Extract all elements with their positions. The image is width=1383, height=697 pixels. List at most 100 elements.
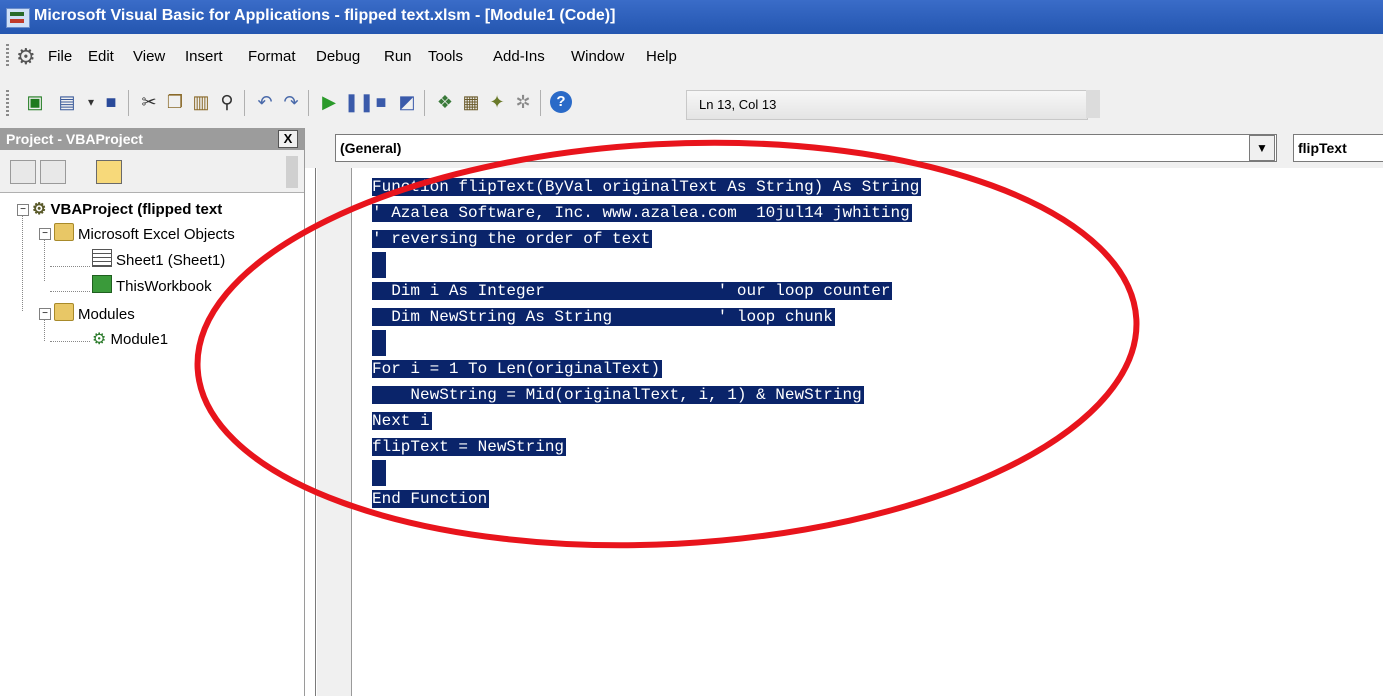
code-line[interactable]: ' reversing the order of text xyxy=(372,226,921,252)
code-window: (General) ▼ flipText Function flipText(B… xyxy=(305,128,1383,696)
title-bar: Microsoft Visual Basic for Applications … xyxy=(0,0,1383,34)
code-line[interactable]: flipText = NewString xyxy=(372,434,921,460)
properties-icon[interactable]: ▦ xyxy=(460,91,482,113)
toolbar-separator xyxy=(308,90,309,116)
toggle-folders-icon[interactable] xyxy=(96,160,122,184)
menu-help[interactable]: Help xyxy=(646,48,677,65)
undo-icon[interactable]: ↶ xyxy=(254,91,276,113)
selected-code-text xyxy=(372,460,386,486)
menu-add-ins[interactable]: Add-Ins xyxy=(493,48,545,65)
toolbar-options-chevron[interactable] xyxy=(1086,90,1100,118)
project-explorer: Project - VBAProject X − ⚙ VBAProject (f… xyxy=(0,128,305,696)
module-icon: ⚙ xyxy=(92,331,107,348)
vba-app-icon[interactable] xyxy=(6,8,30,28)
reset-icon[interactable]: ■ xyxy=(370,91,392,113)
standard-toolbar: ▣ ▤ ▾ ■ ✂ ❐ ▥ ⚲ ↶ ↷ ▶ ❚❚ ■ ◩ ❖ ▦ ✦ ✲ ? L… xyxy=(0,78,1383,129)
menu-edit[interactable]: Edit xyxy=(88,48,114,65)
cursor-position-text: Ln 13, Col 13 xyxy=(699,97,777,112)
selected-code-text: ' Azalea Software, Inc. www.azalea.com 1… xyxy=(372,204,912,222)
code-window-combo-strip: (General) ▼ flipText xyxy=(305,128,1383,168)
vba-project-icon: ⚙ xyxy=(32,201,47,218)
breakpoint-margin[interactable] xyxy=(317,168,352,696)
expand-project-toggle[interactable]: − xyxy=(17,204,29,216)
code-editor[interactable]: Function flipText(ByVal originalText As … xyxy=(372,174,922,512)
expand-excel-objects-toggle[interactable]: − xyxy=(39,228,51,240)
code-line[interactable]: For i = 1 To Len(originalText) xyxy=(372,356,921,382)
selected-code-text: Dim NewString As String ' loop chunk xyxy=(372,308,835,326)
break-icon[interactable]: ❚❚ xyxy=(344,91,374,113)
redo-icon[interactable]: ↷ xyxy=(280,91,302,113)
tree-node-excel-objects[interactable]: Microsoft Excel Objects xyxy=(54,223,235,243)
procedure-combobox-value: flipText xyxy=(1298,140,1347,156)
code-line[interactable]: NewString = Mid(originalText, i, 1) & Ne… xyxy=(372,382,921,408)
help-icon[interactable]: ? xyxy=(550,91,572,113)
project-explorer-header: Project - VBAProject X xyxy=(0,128,304,150)
vbe-menu-icon[interactable]: ⚙ xyxy=(16,44,36,70)
tree-node-project[interactable]: ⚙ VBAProject (flipped text xyxy=(32,199,222,219)
code-line[interactable]: Next i xyxy=(372,408,921,434)
toolbar-separator xyxy=(244,90,245,116)
tree-node-modules[interactable]: Modules xyxy=(54,303,135,323)
toolbar-chevron[interactable] xyxy=(286,156,298,188)
project-explorer-title: Project - VBAProject xyxy=(6,131,143,147)
selected-code-text: For i = 1 To Len(originalText) xyxy=(372,360,663,378)
menu-run[interactable]: Run xyxy=(384,48,412,65)
run-icon[interactable]: ▶ xyxy=(318,91,340,113)
menubar-grip[interactable] xyxy=(6,44,9,68)
selected-code-text: NewString = Mid(originalText, i, 1) & Ne… xyxy=(372,386,864,404)
tree-node-module1[interactable]: ⚙ Module1 xyxy=(92,329,168,349)
chevron-down-icon[interactable]: ▼ xyxy=(1249,135,1275,161)
expand-modules-toggle[interactable]: − xyxy=(39,308,51,320)
find-icon[interactable]: ⚲ xyxy=(216,91,238,113)
close-icon[interactable]: X xyxy=(278,130,298,148)
toolbar-separator xyxy=(540,90,541,116)
folder-icon xyxy=(54,223,74,241)
procedure-combobox[interactable]: flipText xyxy=(1293,134,1383,162)
tree-node-thisworkbook[interactable]: ThisWorkbook xyxy=(92,275,212,295)
selected-code-text: Next i xyxy=(372,412,432,430)
paste-icon[interactable]: ▥ xyxy=(190,91,212,113)
code-line[interactable]: ' Azalea Software, Inc. www.azalea.com 1… xyxy=(372,200,921,226)
excel-view-icon[interactable]: ▣ xyxy=(24,91,46,113)
code-line[interactable]: End Function xyxy=(372,486,921,512)
code-window-border xyxy=(315,168,316,696)
view-code-icon[interactable] xyxy=(10,160,36,184)
code-line[interactable] xyxy=(372,460,921,486)
project-explorer-toolbar xyxy=(0,150,304,192)
menu-debug[interactable]: Debug xyxy=(316,48,360,65)
toolbox-icon[interactable]: ✲ xyxy=(512,91,534,113)
cut-icon[interactable]: ✂ xyxy=(138,91,160,113)
menu-format[interactable]: Format xyxy=(248,48,296,65)
copy-icon[interactable]: ❐ xyxy=(164,91,186,113)
selected-code-text: Dim i As Integer ' our loop counter xyxy=(372,282,893,300)
project-explorer-icon[interactable]: ❖ xyxy=(434,91,456,113)
menu-tools[interactable]: Tools xyxy=(428,48,463,65)
menu-window[interactable]: Window xyxy=(571,48,624,65)
code-line[interactable] xyxy=(372,252,921,278)
object-browser-icon[interactable]: ✦ xyxy=(486,91,508,113)
worksheet-icon xyxy=(92,249,112,267)
toolbar-grip[interactable] xyxy=(6,90,9,116)
cursor-position-display: Ln 13, Col 13 xyxy=(686,90,1088,120)
selected-code-text: ' reversing the order of text xyxy=(372,230,653,248)
selected-code-text: Function flipText(ByVal originalText As … xyxy=(372,178,922,196)
design-mode-icon[interactable]: ◩ xyxy=(396,91,418,113)
object-combobox[interactable]: (General) xyxy=(335,134,1277,162)
toolbar-separator xyxy=(128,90,129,116)
save-icon[interactable]: ■ xyxy=(100,91,122,113)
workbook-icon xyxy=(92,275,112,293)
menu-file[interactable]: File xyxy=(48,48,72,65)
menu-insert[interactable]: Insert xyxy=(185,48,223,65)
code-line[interactable]: Dim NewString As String ' loop chunk xyxy=(372,304,921,330)
insert-userform-icon[interactable]: ▤ xyxy=(56,91,78,113)
menu-view[interactable]: View xyxy=(133,48,165,65)
selected-code-text: End Function xyxy=(372,490,490,508)
view-object-icon[interactable] xyxy=(40,160,66,184)
chevron-down-icon[interactable]: ▾ xyxy=(80,91,102,113)
code-line[interactable]: Dim i As Integer ' our loop counter xyxy=(372,278,921,304)
code-line[interactable]: Function flipText(ByVal originalText As … xyxy=(372,174,922,200)
tree-node-sheet1[interactable]: Sheet1 (Sheet1) xyxy=(92,249,225,269)
window-title: Microsoft Visual Basic for Applications … xyxy=(34,7,616,24)
menu-bar: ⚙ File Edit View Insert Format Debug Run… xyxy=(0,34,1383,78)
code-line[interactable] xyxy=(372,330,921,356)
